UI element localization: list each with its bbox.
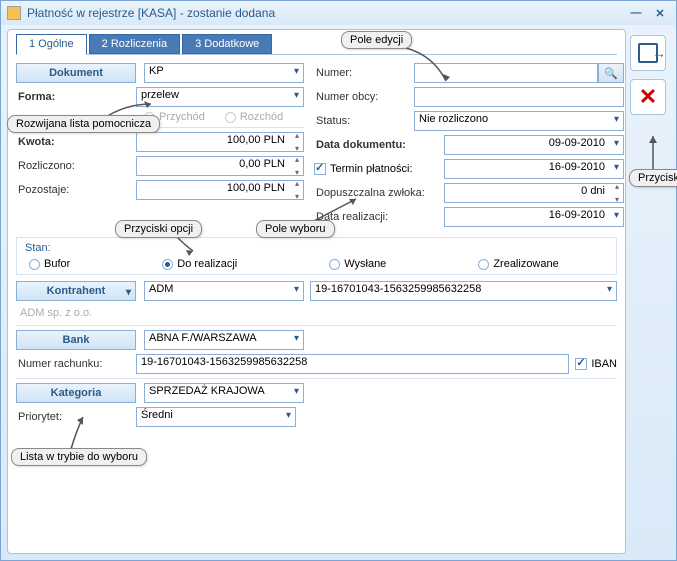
numer-obcy-label: Numer obcy: — [314, 91, 414, 103]
bank-combo[interactable]: ABNA F./WARSZAWA — [144, 330, 304, 350]
tab-dodatkowe[interactable]: 3 Dodatkowe — [182, 34, 272, 54]
dopuszczalna-zwloka-label: Dopuszczalna zwłoka: — [314, 187, 444, 199]
stan-bufor-radio[interactable]: Bufor — [29, 258, 70, 270]
chevron-down-icon: ▾ — [126, 284, 131, 302]
data-dokumentu-label: Data dokumentu: — [314, 139, 444, 151]
forma-combo[interactable]: przelew — [136, 87, 304, 107]
kontrahent-button[interactable]: Kontrahent ▾ — [16, 281, 136, 301]
stan-label: Stan: — [21, 242, 612, 254]
callout-przyciski: Przyciski — [629, 169, 677, 187]
kontrahent-code-combo[interactable]: ADM — [144, 281, 304, 301]
tab-strip: 1 Ogólne 2 Rozliczenia 3 Dodatkowe — [16, 34, 617, 55]
window-title: Płatność w rejestrze [KASA] - zostanie d… — [27, 6, 622, 20]
status-label: Status: — [314, 115, 414, 127]
status-combo[interactable]: Nie rozliczono — [414, 111, 624, 131]
priorytet-combo[interactable]: Średni — [136, 407, 296, 427]
dopuszczalna-zwloka-input[interactable]: 0 dni — [444, 183, 624, 203]
numer-rachunku-input[interactable]: 19-16701043-1563259985632258 — [136, 354, 569, 374]
stan-do-realizacji-radio[interactable]: Do realizacji — [162, 258, 237, 270]
form-area: Dokument KP Forma: przelew Przychód Rozc… — [16, 55, 617, 427]
tab-rozliczenia[interactable]: 2 Rozliczenia — [89, 34, 180, 54]
magnifier-icon: 🔍 — [604, 67, 618, 80]
rozchod-radio: Rozchód — [225, 111, 283, 123]
titlebar: Płatność w rejestrze [KASA] - zostanie d… — [1, 1, 676, 25]
cancel-button[interactable]: ✕ — [630, 79, 666, 115]
data-realizacji-label: Data realizacji: — [314, 211, 444, 223]
bank-button[interactable]: Bank — [16, 330, 136, 350]
stan-group: Stan: Bufor Do realizacji Wysłane Zreali… — [16, 237, 617, 275]
dokument-button[interactable]: Dokument — [16, 63, 136, 83]
przychod-radio: Przychód — [144, 111, 205, 123]
kwota-label: Kwota: — [16, 136, 136, 148]
data-dokumentu-combo[interactable]: 09-09-2010 — [444, 135, 624, 155]
kategoria-combo[interactable]: SPRZEDAŻ KRAJOWA — [144, 383, 304, 403]
numer-rachunku-label: Numer rachunku: — [16, 358, 136, 370]
kwota-input[interactable]: 100,00 PLN — [136, 132, 304, 152]
pozostaje-label: Pozostaje: — [16, 184, 136, 196]
kontrahent-account-combo[interactable]: 19-16701043-1563259985632258 — [310, 281, 617, 301]
cancel-icon: ✕ — [639, 84, 657, 110]
kategoria-button[interactable]: Kategoria — [16, 383, 136, 403]
disk-icon — [638, 43, 658, 63]
window-frame: Płatność w rejestrze [KASA] - zostanie d… — [0, 0, 677, 561]
forma-label: Forma: — [16, 91, 136, 103]
numer-obcy-input[interactable] — [414, 87, 624, 107]
pozostaje-input[interactable]: 100,00 PLN — [136, 180, 304, 200]
termin-platnosci-check[interactable]: Termin płatności: — [314, 163, 444, 175]
iban-check[interactable]: IBAN — [575, 358, 617, 370]
termin-platnosci-combo[interactable]: 16-09-2010 — [444, 159, 624, 179]
numer-input[interactable] — [414, 63, 598, 83]
stan-zrealizowane-radio[interactable]: Zrealizowane — [478, 258, 558, 270]
save-button[interactable] — [630, 35, 666, 71]
stan-wyslane-radio[interactable]: Wysłane — [329, 258, 386, 270]
rozliczono-label: Rozliczono: — [16, 160, 136, 172]
priorytet-label: Priorytet: — [16, 411, 136, 423]
tab-ogolne[interactable]: 1 Ogólne — [16, 34, 87, 55]
rozliczono-input[interactable]: 0,00 PLN — [136, 156, 304, 176]
numer-search-button[interactable]: 🔍 — [598, 63, 624, 83]
kontrahent-fullname: ADM sp. z o.o. — [16, 305, 617, 321]
checkbox-icon — [314, 163, 326, 175]
window-icon — [7, 6, 21, 20]
sidebar-buttons: ✕ — [630, 35, 670, 115]
main-panel: 1 Ogólne 2 Rozliczenia 3 Dodatkowe Dokum… — [7, 29, 626, 554]
checkbox-icon — [575, 358, 587, 370]
data-realizacji-combo[interactable]: 16-09-2010 — [444, 207, 624, 227]
close-button[interactable]: ✕ — [650, 5, 670, 21]
dokument-type-combo[interactable]: KP — [144, 63, 304, 83]
numer-label: Numer: — [314, 67, 414, 79]
minimize-button[interactable]: — — [626, 5, 646, 21]
